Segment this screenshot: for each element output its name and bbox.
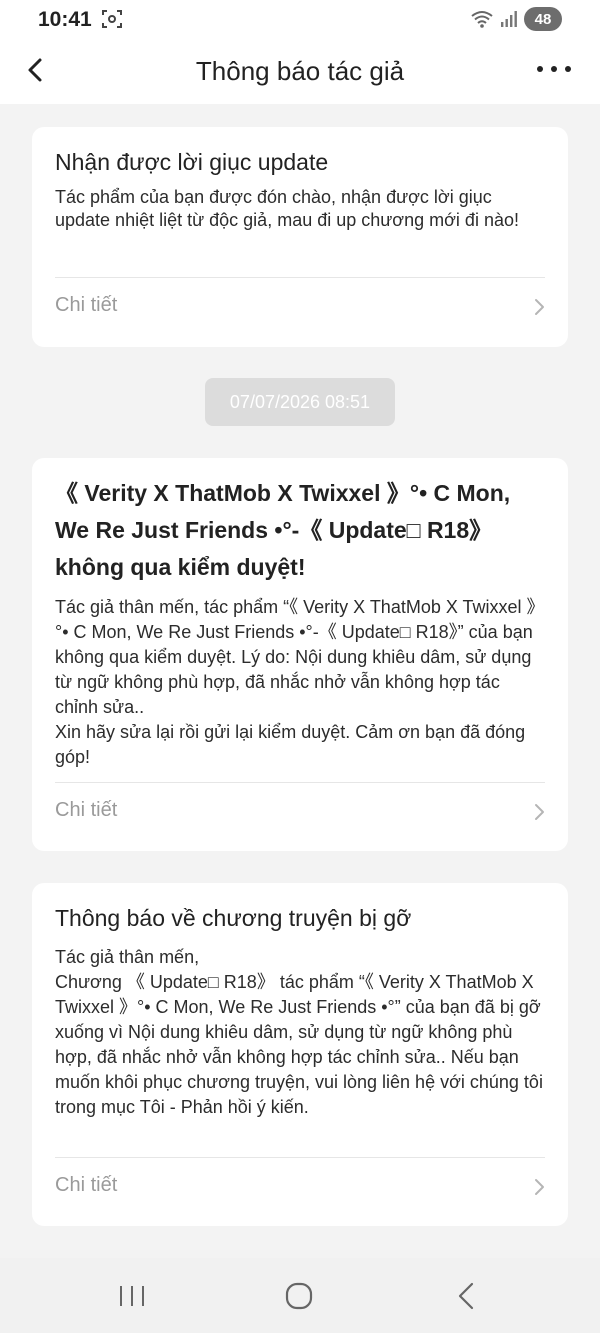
status-time: 10:41 xyxy=(38,8,92,31)
battery-indicator: 48 xyxy=(524,7,562,31)
page-title: Thông báo tác giả xyxy=(195,56,405,86)
signal-icon xyxy=(501,11,517,27)
chevron-right-icon xyxy=(535,299,544,315)
home-button[interactable] xyxy=(279,1276,319,1316)
notification-card: 《 Verity X ThatMob X Twixxel 》°• C Mon, … xyxy=(32,458,568,851)
detail-link[interactable]: Chi tiết xyxy=(32,783,568,841)
notification-body: Tác giả thân mến, Chương 《 Update□ R18》 … xyxy=(55,947,543,1117)
timestamp-badge: 07/07/2026 08:51 xyxy=(205,378,395,426)
notification-body: Tác phẩm của bạn được đón chào, nhận đượ… xyxy=(55,187,519,230)
notification-card: Nhận được lời giục update Tác phẩm của b… xyxy=(32,127,568,347)
detail-link[interactable]: Chi tiết xyxy=(32,278,568,336)
detail-link[interactable]: Chi tiết xyxy=(32,1158,568,1216)
system-nav-bar xyxy=(0,1258,600,1333)
screenshot-icon xyxy=(102,10,122,28)
detail-label: Chi tiết xyxy=(55,799,118,821)
status-bar: 10:41 48 xyxy=(0,0,600,40)
recent-apps-button[interactable] xyxy=(112,1276,152,1316)
notification-title: Nhận được lời giục update xyxy=(55,149,329,175)
status-icons: 48 xyxy=(470,7,562,31)
detail-label: Chi tiết xyxy=(55,1174,118,1196)
chevron-right-icon xyxy=(535,804,544,820)
back-arrow-icon xyxy=(458,1282,474,1310)
recent-apps-icon xyxy=(120,1286,144,1306)
notification-body: Tác giả thân mến, tác phẩm “《 Verity X T… xyxy=(55,597,545,767)
home-icon xyxy=(285,1282,313,1310)
more-options-button[interactable] xyxy=(534,54,574,84)
notification-title: Thông báo về chương truyện bị gỡ xyxy=(55,905,412,931)
back-nav-button[interactable] xyxy=(447,1276,487,1316)
detail-label: Chi tiết xyxy=(55,294,118,316)
notification-card: Thông báo về chương truyện bị gỡ Tác giả… xyxy=(32,883,568,1226)
wifi-icon xyxy=(471,11,493,28)
more-dots-icon xyxy=(537,66,571,72)
app-header: Thông báo tác giả xyxy=(0,40,600,104)
notification-title: 《 Verity X ThatMob X Twixxel 》°• C Mon, … xyxy=(55,480,511,580)
chevron-right-icon xyxy=(535,1179,544,1195)
